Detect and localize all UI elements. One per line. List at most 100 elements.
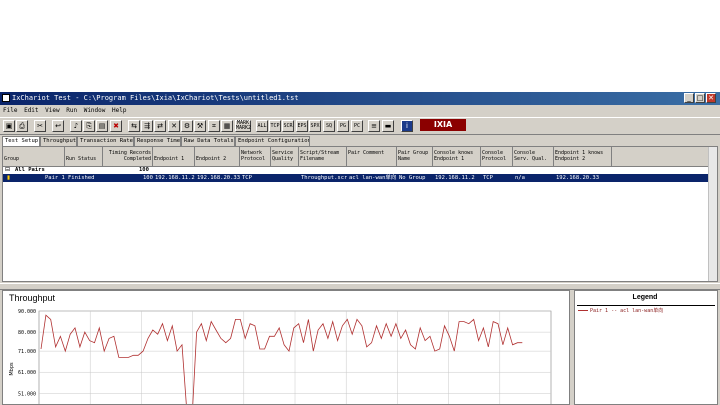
settings-icon[interactable]: ⚙: [181, 120, 193, 132]
col-endpoint-1-knows-endpoint-2[interactable]: Endpoint 1 knows Endpoint 2: [554, 147, 612, 166]
pair-console-protocol: TCP: [483, 175, 493, 181]
info-icon[interactable]: i: [401, 120, 413, 132]
y-axis-label: Mbps: [9, 362, 15, 376]
group-records: 100: [139, 167, 149, 173]
col-pair-group-name[interactable]: Pair Group Name: [397, 147, 433, 166]
throughput-chart: Throughput 90.000 80.000 71.000 61.000 51.000…: [9, 293, 552, 404]
minimize-button[interactable]: _: [684, 93, 694, 103]
legend-entry[interactable]: Pair 1 -- acl lan-wan单向: [578, 307, 663, 314]
pair-protocol: TCP: [242, 175, 252, 181]
col-timing-records[interactable]: Timing Records Completed: [103, 147, 153, 166]
pair-icon: ▮: [7, 175, 11, 181]
copy-icon[interactable]: ⎘: [83, 120, 95, 132]
pane-splitter[interactable]: [0, 283, 720, 290]
col-run-status[interactable]: Run Status: [65, 147, 103, 166]
pair-records: 100: [143, 175, 153, 181]
report-icon[interactable]: ≡: [368, 120, 380, 132]
ixchariot-window: IxChariot Test - C:\Program Files\Ixia\I…: [0, 92, 720, 405]
menu-window[interactable]: Window: [84, 106, 106, 116]
filter-scr-button[interactable]: SCR: [282, 120, 294, 132]
options-icon[interactable]: ⚒: [194, 120, 206, 132]
y-tick-label: 51.000: [18, 391, 36, 397]
mark-button[interactable]: MARK MARK2: [235, 120, 251, 132]
scripts-icon[interactable]: ⌗: [208, 120, 220, 132]
menu-edit[interactable]: Edit: [24, 106, 38, 116]
menu-file[interactable]: File: [3, 106, 17, 116]
pair-comment: acl lan-wan单向: [349, 175, 397, 181]
save-icon[interactable]: ▣: [3, 120, 15, 132]
paste-icon[interactable]: ▤: [96, 120, 108, 132]
tab-transaction-rate[interactable]: Transaction Rate: [77, 136, 134, 146]
menu-view[interactable]: View: [45, 106, 59, 116]
col-pair-comment[interactable]: Pair Comment: [347, 147, 397, 166]
pair-name: Pair 1: [45, 175, 65, 181]
back-icon[interactable]: ↩: [52, 120, 64, 132]
window-icon[interactable]: ▬: [382, 120, 394, 132]
menu-run[interactable]: Run: [66, 106, 77, 116]
filter-eps-button[interactable]: EPS: [296, 120, 308, 132]
close-button[interactable]: ✕: [706, 93, 716, 103]
chart-title: Throughput: [9, 293, 56, 303]
tab-response-time[interactable]: Response Time: [134, 136, 181, 146]
filter-all-button[interactable]: ALL: [256, 120, 268, 132]
window-title: IxChariot Test - C:\Program Files\Ixia\I…: [12, 94, 299, 102]
pairs-grid[interactable]: Group Run Status Timing Records Complete…: [2, 146, 718, 282]
edit-pair-icon[interactable]: ⇄: [154, 120, 166, 132]
grid-scrollbar[interactable]: [708, 147, 717, 281]
menu-bar: File Edit View Run Window Help: [0, 106, 720, 116]
filter-spx-button[interactable]: SPX: [309, 120, 321, 132]
col-endpoint-1[interactable]: Endpoint 1: [153, 147, 195, 166]
app-icon: [2, 94, 10, 102]
legend-entry-label: Pair 1 -- acl lan-wan单向: [590, 308, 664, 314]
export-icon[interactable]: ▦: [221, 120, 233, 132]
y-tick-label: 61.000: [18, 370, 36, 376]
toolbar: ▣ ⎙ ✂ ↩ ♪ ⎘ ▤ ✖ ⇆ ⇶ ⇄ ✕ ⚙ ⚒ ⌗ ▦ MARK MAR…: [0, 117, 720, 135]
pair-endpoint-1: 192.168.11.2: [155, 175, 195, 181]
pair-script: Throughput.scr: [301, 175, 348, 181]
collapse-icon[interactable]: ⊟: [5, 166, 10, 174]
group-row[interactable]: ⊟ All Pairs 100: [3, 166, 717, 174]
menu-help[interactable]: Help: [112, 106, 126, 116]
filter-pc-button[interactable]: PC: [351, 120, 363, 132]
pair-endpoint-2: 192.168.20.33: [197, 175, 241, 181]
table-row[interactable]: ▮ Pair 1 Finished 100 192.168.11.2 192.1…: [3, 174, 717, 182]
y-tick-label: 80.000: [18, 330, 36, 336]
throughput-chart-pane: Throughput 90.000 80.000 71.000 61.000 51.000…: [2, 290, 570, 405]
filter-sq-button[interactable]: SQ: [323, 120, 335, 132]
ixia-logo: IXIA: [420, 119, 466, 131]
add-multicast-icon[interactable]: ⇶: [141, 120, 153, 132]
col-script-filename[interactable]: Script/Stream Filename: [299, 147, 347, 166]
pair-group-name: No Group: [399, 175, 426, 181]
pair-ep1-knows-ep2: 192.168.20.33: [556, 175, 600, 181]
col-network-protocol[interactable]: Network Protocol: [240, 147, 271, 166]
legend-divider: [577, 305, 715, 306]
grid-header: Group Run Status Timing Records Complete…: [3, 147, 717, 167]
legend-pane: Legend Pair 1 -- acl lan-wan单向: [574, 290, 718, 405]
add-pair-icon[interactable]: ⇆: [128, 120, 140, 132]
tab-endpoint-configuration[interactable]: Endpoint Configuration: [235, 136, 310, 146]
col-service-quality[interactable]: Service Quality: [271, 147, 299, 166]
cut-icon[interactable]: ✂: [34, 120, 46, 132]
y-tick-label: 71.000: [18, 349, 36, 355]
print-icon[interactable]: ⎙: [16, 120, 28, 132]
col-endpoint-2[interactable]: Endpoint 2: [195, 147, 240, 166]
filter-tcp-button[interactable]: TCP: [269, 120, 281, 132]
tab-raw-data-totals[interactable]: Raw Data Totals: [181, 136, 235, 146]
run-icon[interactable]: ♪: [70, 120, 82, 132]
col-group[interactable]: Group: [3, 147, 65, 166]
delete-icon[interactable]: ✖: [110, 120, 122, 132]
legend-title: Legend: [632, 294, 658, 301]
tab-throughput[interactable]: Throughput: [40, 136, 77, 146]
title-bar[interactable]: IxChariot Test - C:\Program Files\Ixia\I…: [0, 92, 720, 105]
col-console-protocol[interactable]: Console Protocol: [481, 147, 513, 166]
maximize-button[interactable]: □: [695, 93, 705, 103]
remove-icon[interactable]: ✕: [168, 120, 180, 132]
tab-bar: Test Setup Throughput Transaction Rate R…: [0, 136, 720, 147]
group-label: All Pairs: [15, 167, 45, 173]
pair-console-ep1: 192.168.11.2: [435, 175, 475, 181]
pair-status: Finished: [68, 175, 95, 181]
filter-pg-button[interactable]: PG: [337, 120, 349, 132]
col-console-knows-endpoint-1[interactable]: Console knows Endpoint 1: [433, 147, 481, 166]
y-tick-label: 90.000: [18, 309, 36, 315]
col-console-serv-qual[interactable]: Console Serv. Qual.: [513, 147, 554, 166]
